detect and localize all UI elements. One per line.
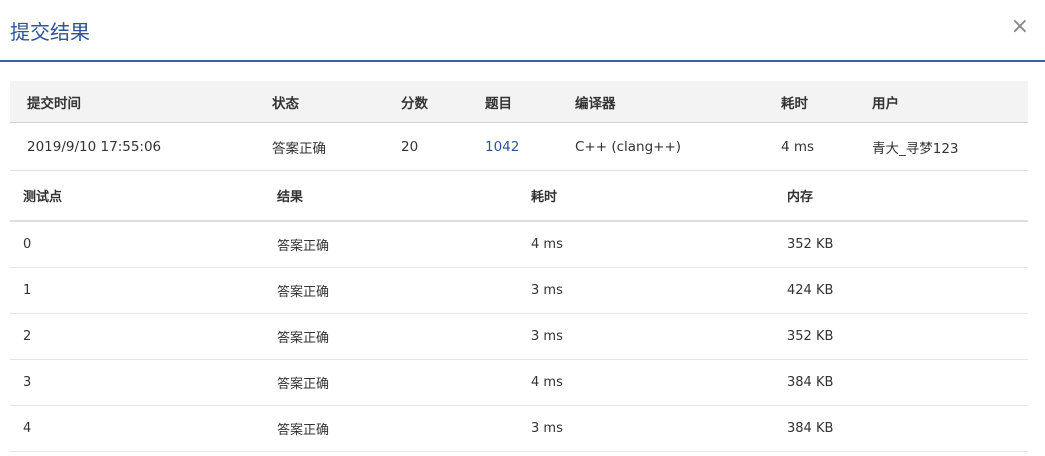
result-badge: 答案正确 [277,267,531,314]
test-point: 3 [10,359,277,406]
case-time: 4 ms [531,359,787,406]
user-name: 青大_寻梦123 [872,122,1028,171]
case-time: 3 ms [531,405,787,452]
result-badge: 答案正确 [277,313,531,360]
header-elapsed: 耗时 [781,81,872,123]
summary-header-row: 提交时间 状态 分数 题目 编译器 耗时 用户 [10,81,1028,123]
result-badge: 答案正确 [277,405,531,452]
result-badge: 答案正确 [277,221,531,268]
header-status: 状态 [272,81,401,123]
test-cases-table: 测试点 结果 耗时 内存 0 答案正确 4 ms 352 KB 1 答案正确 3… [10,171,1028,452]
score: 20 [401,122,485,171]
header-user: 用户 [872,81,1028,123]
case-memory: 352 KB [787,221,1028,268]
test-point: 1 [10,267,277,314]
dialog-title: 提交结果 [10,20,90,44]
case-time: 3 ms [531,313,787,360]
submission-summary-table: 提交时间 状态 分数 题目 编译器 耗时 用户 2019/9/10 17:55:… [10,81,1028,171]
header-score: 分数 [401,81,485,123]
problem-link[interactable]: 1042 [485,139,519,155]
table-row: 1 答案正确 3 ms 424 KB [10,267,1028,314]
table-row: 3 答案正确 4 ms 384 KB [10,359,1028,406]
header-test-point: 测试点 [10,171,277,222]
case-memory: 352 KB [787,313,1028,360]
table-row: 2 答案正确 3 ms 352 KB [10,313,1028,360]
case-memory: 384 KB [787,359,1028,406]
test-point: 4 [10,405,277,452]
dialog-header: 提交结果 × [0,0,1045,62]
case-time: 3 ms [531,267,787,314]
header-compiler: 编译器 [575,81,781,123]
table-row: 4 答案正确 3 ms 384 KB [10,405,1028,452]
summary-row: 2019/9/10 17:55:06 答案正确 20 1042 C++ (cla… [10,122,1028,171]
elapsed-time: 4 ms [781,122,872,171]
result-badge: 答案正确 [277,359,531,406]
test-point: 0 [10,221,277,268]
close-icon[interactable]: × [1011,16,1029,38]
header-result: 结果 [277,171,531,222]
case-time: 4 ms [531,221,787,268]
case-memory: 424 KB [787,267,1028,314]
header-submit-time: 提交时间 [10,81,272,123]
cases-header-row: 测试点 结果 耗时 内存 [10,171,1028,222]
compiler: C++ (clang++) [575,122,781,171]
header-memory: 内存 [787,171,1028,222]
table-row: 0 答案正确 4 ms 352 KB [10,221,1028,268]
submit-time: 2019/9/10 17:55:06 [10,122,272,171]
test-point: 2 [10,313,277,360]
case-memory: 384 KB [787,405,1028,452]
status-badge: 答案正确 [272,122,401,171]
header-time: 耗时 [531,171,787,222]
header-problem: 题目 [485,81,575,123]
